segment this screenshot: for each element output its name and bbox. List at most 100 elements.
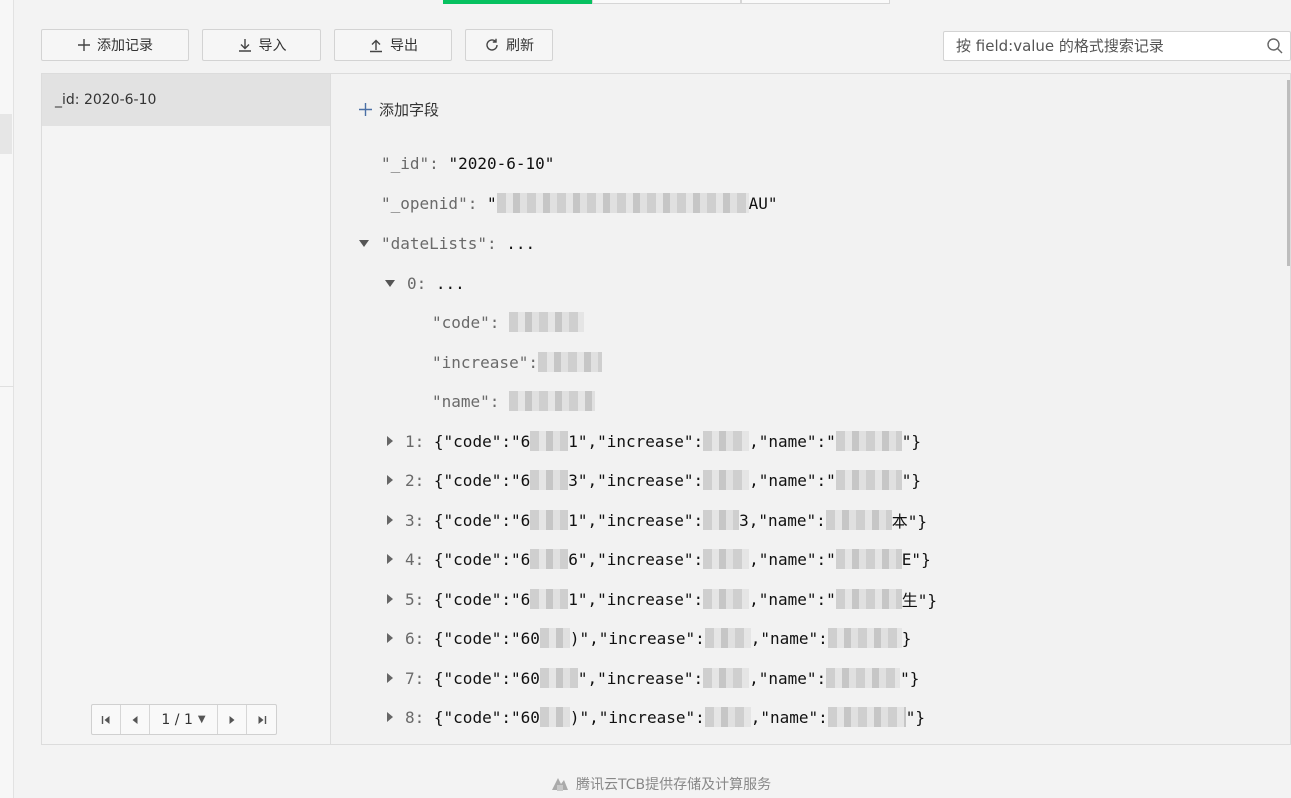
refresh-button[interactable]: 刷新 [465, 29, 553, 61]
refresh-icon [484, 37, 500, 53]
item-name: ,"name":" [749, 470, 836, 490]
item-end: "} [900, 668, 920, 688]
last-page-button[interactable] [247, 705, 276, 734]
add-record-label: 添加记录 [97, 38, 153, 54]
add-record-button[interactable]: 添加记录 [41, 29, 189, 61]
array-item-1[interactable]: 1: {"code":"6 1","increase": ,"name":" "… [387, 430, 921, 452]
tab-second[interactable] [592, 0, 741, 4]
item-index: 3: [405, 510, 425, 530]
array-item-5[interactable]: 5: {"code":"6 1","increase": ,"name":" 生… [387, 588, 937, 610]
app-sidebar [0, 0, 14, 798]
field-key: "_openid": [381, 193, 478, 213]
field-key: "name": [432, 391, 500, 411]
field-name[interactable]: "name": [432, 390, 596, 412]
redacted-value [835, 589, 902, 609]
caret-down-icon[interactable] [359, 239, 369, 247]
caret-right-icon[interactable] [387, 475, 393, 485]
field-increase[interactable]: "increase": [432, 351, 602, 373]
field-value: "2020-6-10" [448, 153, 555, 173]
redacted-value [704, 628, 751, 648]
tencent-cloud-logo-icon [550, 775, 570, 793]
redacted-value [835, 431, 902, 451]
last-page-icon [258, 715, 266, 724]
scrollbar-thumb[interactable] [1287, 80, 1290, 266]
redacted-value [530, 510, 569, 530]
redacted-value [530, 589, 569, 609]
caret-down-icon: ▼ [197, 714, 206, 725]
redacted-value [827, 707, 906, 727]
caret-right-icon[interactable] [387, 712, 393, 722]
caret-right-icon[interactable] [387, 436, 393, 446]
field-datelists[interactable]: "dateLists": ... [359, 232, 535, 254]
import-button[interactable]: 导入 [202, 29, 321, 61]
array-item-4[interactable]: 4: {"code":"6 6","increase": ,"name":" E… [387, 548, 931, 570]
tab-active[interactable] [443, 0, 592, 4]
array-item-2[interactable]: 2: {"code":"6 3","increase": ,"name":" "… [387, 469, 921, 491]
array-item-8[interactable]: 8: {"code":"60 )","increase": ,"name": "… [387, 706, 925, 728]
redacted-value [530, 431, 569, 451]
field-code[interactable]: "code": [432, 311, 585, 333]
field-id[interactable]: "_id": "2020-6-10" [381, 152, 554, 174]
first-page-button[interactable] [92, 705, 121, 734]
item-name: ,"name":" [749, 589, 836, 609]
caret-right-icon[interactable] [387, 673, 393, 683]
caret-right-icon[interactable] [387, 515, 393, 525]
item-index: 5: [405, 589, 425, 609]
caret-right-icon[interactable] [387, 633, 393, 643]
redacted-value [537, 352, 602, 372]
field-value: ... [506, 233, 536, 253]
item-code-tail: ","increase": [577, 668, 704, 688]
page-selector[interactable]: 1 / 1 ▼ [150, 705, 218, 734]
search-icon[interactable] [1266, 37, 1284, 59]
redacted-value [539, 707, 570, 727]
field-key: "_id": [381, 153, 439, 173]
item-end: "} [901, 431, 922, 451]
field-openid[interactable]: "_openid": " AU" [381, 192, 778, 214]
next-page-button[interactable] [218, 705, 247, 734]
item-name: ,"name": [750, 707, 828, 727]
redacted-value [703, 589, 750, 609]
item-index: 1: [405, 431, 425, 451]
redacted-value [539, 628, 570, 648]
redacted-value [539, 668, 578, 688]
redacted-value [509, 312, 585, 332]
item-code: {"code":"60 [433, 707, 540, 727]
caret-right-icon[interactable] [387, 554, 393, 564]
item-value: ... [435, 273, 465, 293]
item-end: "} [905, 707, 926, 727]
pagination: 1 / 1 ▼ [91, 704, 277, 735]
prev-page-icon [132, 715, 138, 724]
plus-icon [358, 102, 373, 117]
item-code-tail: 1","increase": [568, 589, 704, 609]
item-code: {"code":"6 [433, 510, 531, 530]
add-field-label: 添加字段 [379, 101, 440, 119]
caret-down-icon[interactable] [385, 279, 395, 287]
redacted-value [703, 431, 750, 451]
item-code: {"code":"6 [433, 549, 531, 569]
field-value-suffix: AU" [748, 193, 778, 213]
refresh-label: 刷新 [506, 38, 534, 54]
footer: 腾讯云TCB提供存储及计算服务 [550, 774, 771, 794]
export-button[interactable]: 导出 [334, 29, 452, 61]
prev-page-button[interactable] [121, 705, 150, 734]
array-item-6[interactable]: 6: {"code":"60 )","increase": ,"name": } [387, 627, 911, 649]
item-index: 8: [405, 707, 425, 727]
search-input[interactable] [944, 32, 1254, 60]
item-index: 2: [405, 470, 425, 490]
redacted-value [509, 391, 596, 411]
array-item-3[interactable]: 3: {"code":"6 1","increase": 3,"name": 本… [387, 509, 927, 531]
record-item[interactable]: _id: 2020-6-10 [42, 74, 330, 126]
add-field-button[interactable]: 添加字段 [358, 99, 439, 120]
item-name: ,"name":" [749, 431, 836, 451]
record-item-label: _id: 2020-6-10 [55, 92, 157, 108]
record-list: _id: 2020-6-10 1 / 1 ▼ [42, 74, 331, 744]
item-code: {"code":"60 [433, 668, 540, 688]
array-item-7[interactable]: 7: {"code":"60 ","increase": ,"name": "} [387, 667, 919, 689]
field-value-prefix: " [486, 193, 497, 213]
page-indicator: 1 / 1 [161, 711, 193, 728]
array-item-0[interactable]: 0: ... [385, 272, 465, 294]
redacted-value [835, 470, 902, 490]
caret-right-icon[interactable] [387, 594, 393, 604]
tab-third[interactable] [741, 0, 890, 4]
item-end: } [901, 628, 912, 648]
